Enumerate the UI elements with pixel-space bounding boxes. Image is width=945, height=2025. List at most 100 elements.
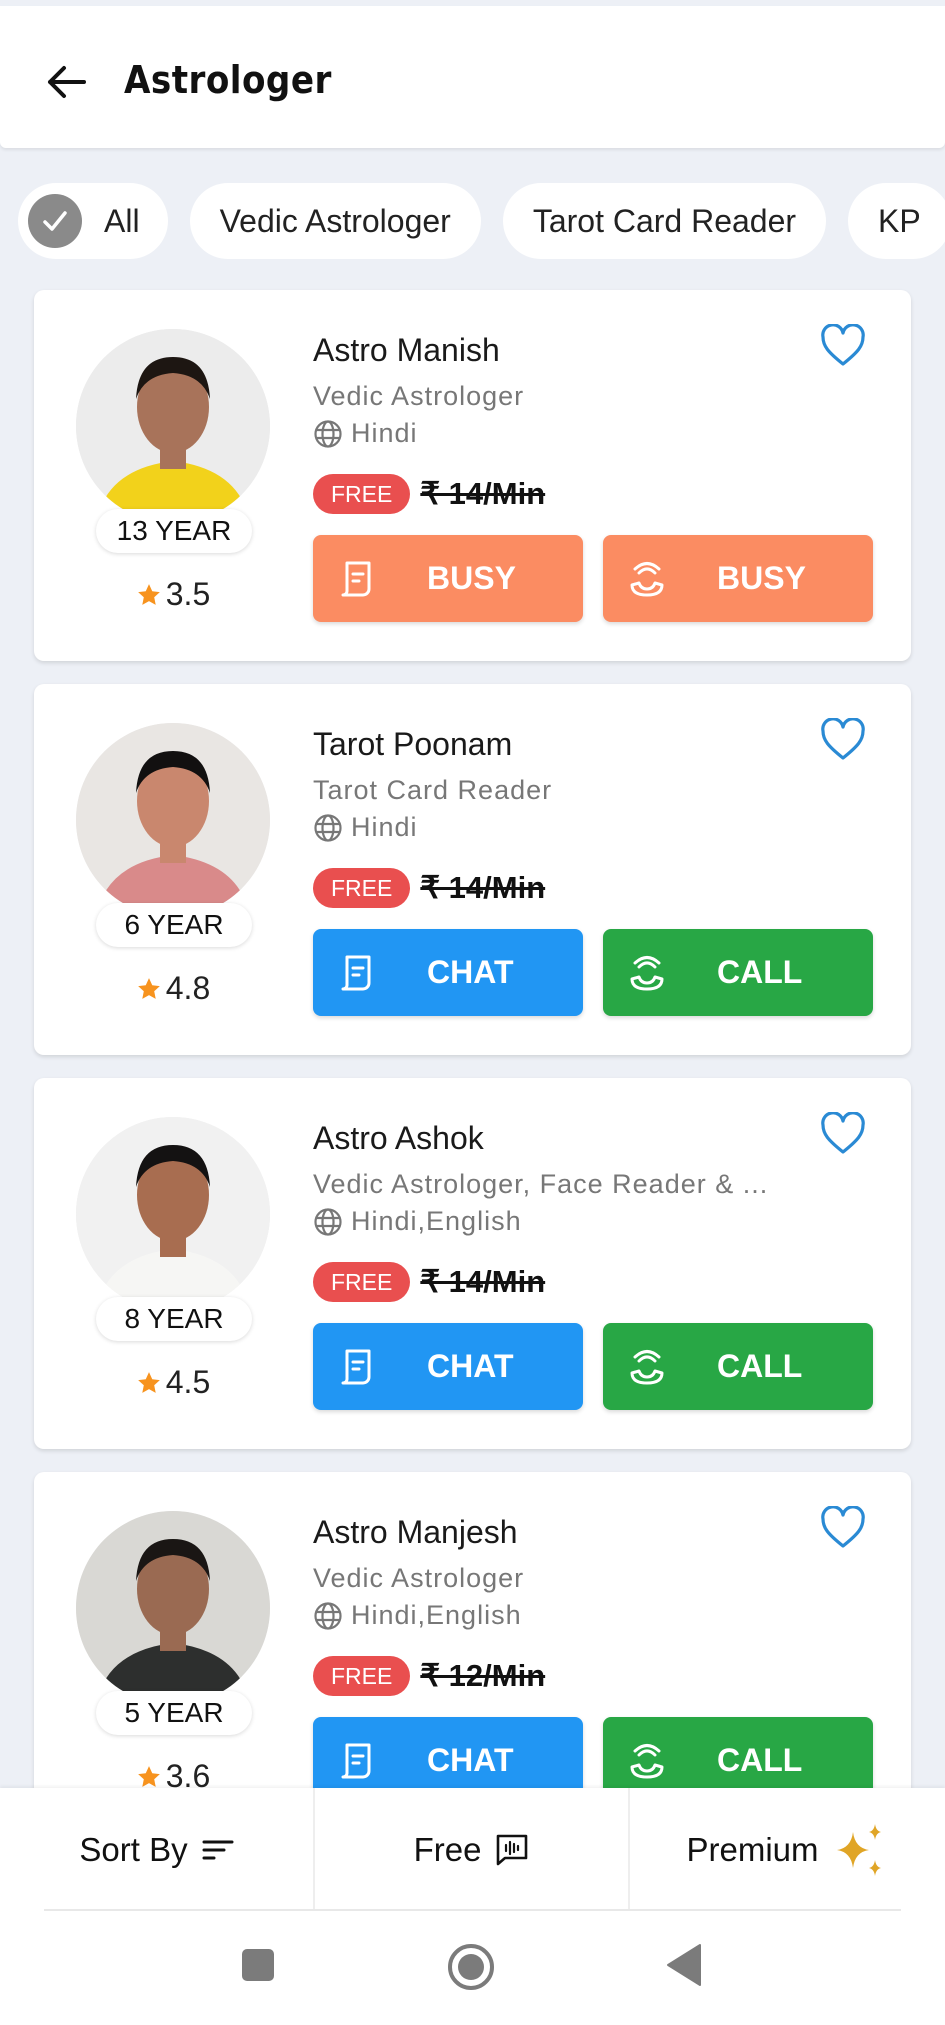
astrologer-specialty: Vedic Astrologer, Face Reader & ... bbox=[313, 1169, 769, 1199]
heart-icon[interactable] bbox=[820, 1506, 866, 1550]
free-label: Free bbox=[413, 1830, 482, 1868]
astrologer-languages: Hindi bbox=[313, 812, 418, 843]
free-button[interactable]: Free bbox=[315, 1788, 628, 1911]
call-button[interactable]: BUSY bbox=[603, 535, 873, 622]
astrologer-card[interactable]: 6 YEAR 4.8 Tarot Poonam Tarot Card Reade… bbox=[34, 684, 911, 1055]
experience-badge: 13 YEAR bbox=[96, 509, 252, 553]
back-nav-icon[interactable] bbox=[666, 1943, 702, 1987]
page-title: Astrologer bbox=[124, 58, 332, 102]
heart-icon[interactable] bbox=[820, 1112, 866, 1156]
languages-text: Hindi,English bbox=[351, 1600, 522, 1630]
chat-icon bbox=[341, 1743, 371, 1778]
rating: 4.5 bbox=[118, 1364, 228, 1401]
rating-value: 3.5 bbox=[165, 576, 211, 612]
rating-value: 4.5 bbox=[165, 1364, 211, 1400]
call-button-label: CALL bbox=[717, 1742, 803, 1778]
astrologer-name[interactable]: Tarot Poonam bbox=[313, 726, 512, 763]
languages-text: Hindi,English bbox=[351, 1206, 522, 1236]
languages-text: Hindi bbox=[351, 812, 418, 842]
chat-button-label: CHAT bbox=[427, 1348, 514, 1384]
phone-icon bbox=[630, 955, 664, 990]
avatar[interactable] bbox=[76, 1117, 270, 1311]
heart-icon[interactable] bbox=[820, 324, 866, 368]
arrow-left-icon[interactable] bbox=[44, 60, 88, 104]
price-per-min: ₹ 14/Min bbox=[420, 870, 546, 905]
phone-icon bbox=[630, 1349, 664, 1384]
avatar[interactable] bbox=[76, 723, 270, 917]
chat-button[interactable]: BUSY bbox=[313, 535, 583, 622]
price-row: FREE ₹ 14/Min bbox=[313, 474, 545, 514]
heart-icon[interactable] bbox=[820, 718, 866, 762]
languages-text: Hindi bbox=[351, 418, 418, 448]
bottom-filter-bar: Sort By Free Premium bbox=[0, 1788, 945, 1911]
star-icon bbox=[137, 583, 160, 605]
filter-chip-vedic-astrologer[interactable]: Vedic Astrologer bbox=[189, 183, 481, 259]
filter-chip-label: Vedic Astrologer bbox=[219, 202, 451, 239]
star-icon bbox=[137, 1371, 160, 1393]
system-nav-bar bbox=[0, 1911, 945, 2025]
globe-icon bbox=[314, 1601, 342, 1630]
call-button-label: BUSY bbox=[717, 560, 806, 596]
chat-button[interactable]: CHAT bbox=[313, 1323, 583, 1410]
premium-label: Premium bbox=[686, 1830, 819, 1868]
astrologer-card[interactable]: 13 YEAR 3.5 Astro Manish Vedic Astrologe… bbox=[34, 290, 911, 661]
avatar[interactable] bbox=[76, 1511, 270, 1705]
experience-badge: 5 YEAR bbox=[96, 1691, 252, 1735]
chat-button[interactable]: CHAT bbox=[313, 929, 583, 1016]
price-row: FREE ₹ 14/Min bbox=[313, 868, 545, 908]
rating: 4.8 bbox=[118, 970, 228, 1007]
app-header: Astrologer bbox=[0, 6, 945, 148]
filter-chip-kp[interactable]: KP bbox=[848, 183, 945, 259]
chat-icon bbox=[341, 955, 371, 990]
astrologer-specialty: Vedic Astrologer bbox=[313, 381, 525, 411]
avatar[interactable] bbox=[76, 329, 270, 523]
free-badge: FREE bbox=[313, 1656, 411, 1696]
star-icon bbox=[137, 1765, 160, 1787]
free-badge: FREE bbox=[313, 1262, 411, 1302]
phone-icon bbox=[630, 1743, 664, 1778]
astrologer-card[interactable]: 8 YEAR 4.5 Astro Ashok Vedic Astrologer,… bbox=[34, 1078, 911, 1449]
sort-by-button[interactable]: Sort By bbox=[0, 1788, 313, 1911]
rating: 3.5 bbox=[118, 576, 228, 613]
filter-chip-label: All bbox=[104, 202, 140, 239]
filter-chip-all[interactable]: All bbox=[18, 183, 168, 259]
star-icon bbox=[137, 977, 160, 999]
astrologer-name[interactable]: Astro Manjesh bbox=[313, 1514, 518, 1551]
astrologer-specialty: Tarot Card Reader bbox=[313, 775, 553, 805]
astrologer-name[interactable]: Astro Manish bbox=[313, 332, 500, 369]
price-per-min: ₹ 14/Min bbox=[420, 1264, 546, 1299]
free-badge: FREE bbox=[313, 868, 411, 908]
call-button-label: CALL bbox=[717, 1348, 803, 1384]
astrologer-languages: Hindi bbox=[313, 418, 418, 449]
call-button[interactable]: CALL bbox=[603, 929, 873, 1016]
sort-by-label: Sort By bbox=[79, 1830, 188, 1868]
astrologer-languages: Hindi,English bbox=[313, 1206, 522, 1237]
call-button[interactable]: CALL bbox=[603, 1323, 873, 1410]
chat-icon bbox=[341, 1349, 371, 1384]
sort-icon bbox=[202, 1840, 234, 1859]
astrologer-name[interactable]: Astro Ashok bbox=[313, 1120, 484, 1157]
globe-icon bbox=[314, 1207, 342, 1236]
home-icon[interactable] bbox=[446, 1942, 496, 1992]
premium-button[interactable]: Premium bbox=[630, 1788, 945, 1911]
price-per-min: ₹ 14/Min bbox=[420, 476, 546, 511]
filter-chip-tarot-card-reader[interactable]: Tarot Card Reader bbox=[502, 183, 827, 259]
free-badge: FREE bbox=[313, 474, 411, 514]
experience-badge: 8 YEAR bbox=[96, 1297, 252, 1341]
phone-icon bbox=[630, 561, 664, 596]
sparkle-icon bbox=[836, 1823, 881, 1876]
globe-icon bbox=[314, 419, 342, 448]
filter-chip-label: Tarot Card Reader bbox=[532, 202, 797, 239]
astrologer-specialty: Vedic Astrologer bbox=[313, 1563, 525, 1593]
filter-chips: All Vedic Astrologer Tarot Card Reader K… bbox=[18, 183, 945, 259]
recents-icon[interactable] bbox=[240, 1947, 276, 1983]
rating-value: 4.8 bbox=[165, 970, 211, 1006]
price-row: FREE ₹ 12/Min bbox=[313, 1656, 545, 1696]
experience-badge: 6 YEAR bbox=[96, 903, 252, 947]
voice-chat-icon bbox=[497, 1834, 528, 1865]
call-button-label: CALL bbox=[717, 954, 803, 990]
check-icon bbox=[28, 194, 82, 248]
globe-icon bbox=[314, 813, 342, 842]
chat-button-label: BUSY bbox=[427, 560, 516, 596]
filter-chip-label: KP bbox=[878, 202, 921, 239]
